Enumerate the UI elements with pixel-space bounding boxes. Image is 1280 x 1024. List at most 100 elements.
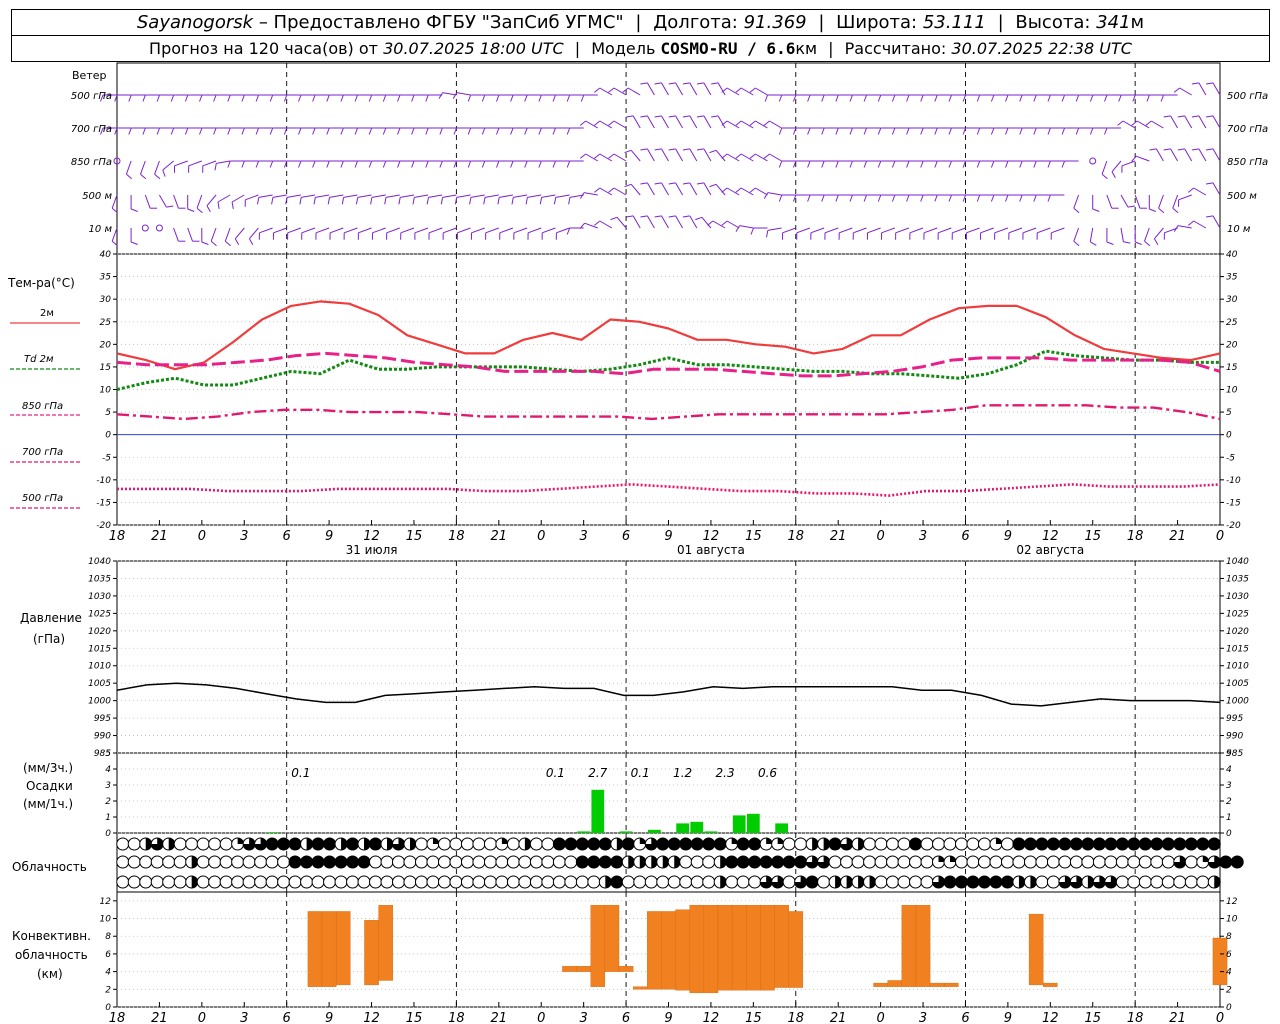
hour-label: 12	[703, 1011, 720, 1024]
cloud-symbol-middle	[840, 855, 854, 869]
wind-level-10m: 10 м	[89, 224, 113, 235]
wind-barb	[566, 227, 584, 235]
wind-barb	[187, 195, 195, 212]
cloud-symbol-middle	[323, 855, 337, 869]
cloud-symbol-high	[1127, 837, 1141, 851]
temp-tick-label: -15	[1226, 498, 1241, 508]
wind-barb	[1158, 194, 1165, 214]
cloud-symbol-middle	[357, 855, 371, 869]
wind-barb	[1005, 94, 1022, 102]
temp-tick-label: 25	[1226, 318, 1238, 328]
wind-barb	[257, 194, 273, 205]
legend-850hpa: 850 гПа	[22, 401, 63, 412]
cloud-symbol-low	[323, 875, 337, 889]
cloud-symbol-middle	[1023, 855, 1037, 869]
wind-barb	[682, 215, 698, 229]
convective-bar	[647, 911, 662, 990]
cloud-symbol-low	[1023, 875, 1037, 889]
precip-tick-label: 5	[105, 749, 111, 759]
cloud-symbol-high	[1104, 837, 1118, 851]
wind-barb	[821, 127, 839, 135]
wind-barb	[821, 194, 839, 202]
precip-unit: (мм/1ч.)	[23, 797, 73, 811]
cloud-symbol-high	[1196, 837, 1210, 851]
cloud-symbol-high	[805, 837, 819, 851]
hour-label: 0	[1216, 1011, 1224, 1024]
cloud-symbol-high	[208, 837, 222, 851]
wind-barb	[1148, 195, 1156, 212]
wind-barb	[340, 127, 358, 135]
hour-label: 3	[580, 529, 588, 544]
wind-barb	[315, 227, 330, 240]
wind-barb	[640, 215, 655, 229]
conv-tick-label: 0	[1226, 1003, 1232, 1013]
cloud-symbol-middle	[1196, 855, 1210, 869]
wind-barb	[130, 195, 138, 212]
cloud-symbol-low	[1035, 875, 1049, 889]
cloud-symbol-middle	[621, 855, 635, 869]
hour-label: 9	[1004, 529, 1012, 544]
wind-barb	[852, 227, 867, 240]
wind-barb	[640, 115, 655, 129]
wind-barb	[217, 194, 231, 209]
cloud-symbol-low	[403, 875, 417, 889]
cloud-symbol-high	[242, 837, 256, 851]
wind-barb	[923, 227, 938, 240]
cloud-symbol-low	[346, 875, 360, 889]
wind-barb	[213, 127, 231, 135]
wind-barb	[934, 160, 952, 168]
wind-barb	[1206, 82, 1221, 96]
wind-barb	[696, 182, 712, 196]
cloud-symbol-low	[920, 875, 934, 889]
conv-tick-label: 12	[1226, 897, 1238, 907]
cloud-symbol-high	[621, 837, 635, 851]
wind-barb	[140, 160, 147, 180]
cloud-symbol-high	[817, 837, 831, 851]
cloud-symbol-low	[1104, 875, 1118, 889]
cloud-symbol-middle	[506, 855, 520, 869]
cloud-symbol-low	[1000, 875, 1014, 889]
cloud-symbol-middle	[254, 855, 268, 869]
wind-barb	[187, 227, 200, 242]
wind-barb	[1121, 160, 1136, 173]
conv-tick-label: 10	[100, 915, 112, 925]
wind-barb	[497, 194, 513, 205]
cloud-symbol-middle	[449, 855, 463, 869]
cloud-symbol-low	[150, 875, 164, 889]
cloud-symbol-middle	[552, 855, 566, 869]
cloud-symbol-middle	[1069, 855, 1083, 869]
wind-barb	[566, 160, 584, 168]
wind-barb	[863, 194, 881, 202]
precip-tick-label: 5	[1226, 749, 1232, 759]
wind-barb	[608, 187, 627, 196]
wind-barb	[170, 127, 188, 135]
pressure-tick-label: 995	[94, 714, 111, 724]
wind-barb	[400, 227, 415, 240]
convective-bar	[576, 966, 591, 972]
wind-barb	[610, 216, 627, 229]
hour-label: 0	[876, 1011, 884, 1024]
wind-barb	[271, 194, 287, 205]
precip-bar	[647, 829, 661, 833]
wind-barb	[624, 183, 641, 196]
temp-frame	[116, 253, 1221, 526]
wind-level-500m: 500 м	[82, 191, 112, 202]
wind-barb	[453, 127, 471, 135]
convective-bar	[1028, 913, 1044, 986]
cloud-symbol-high	[277, 837, 291, 851]
cloud-symbol-low	[863, 875, 877, 889]
cloud-symbol-low	[1012, 875, 1026, 889]
hour-label: 6	[622, 1011, 630, 1024]
pressure-frame	[116, 560, 1221, 754]
wind-barb	[654, 115, 669, 129]
wind-barb	[1153, 227, 1164, 246]
hour-label: 12	[703, 529, 720, 544]
convective-bar	[321, 911, 337, 987]
pressure-unit: (гПа)	[33, 632, 65, 646]
cloud-symbol-low	[1138, 875, 1152, 889]
wind-barb	[481, 94, 499, 102]
temp-tick-label: 0	[105, 431, 111, 441]
conv-tick-label: 8	[1226, 932, 1232, 942]
cloud-symbol-low	[460, 875, 474, 889]
hour-label: 3	[240, 529, 248, 544]
